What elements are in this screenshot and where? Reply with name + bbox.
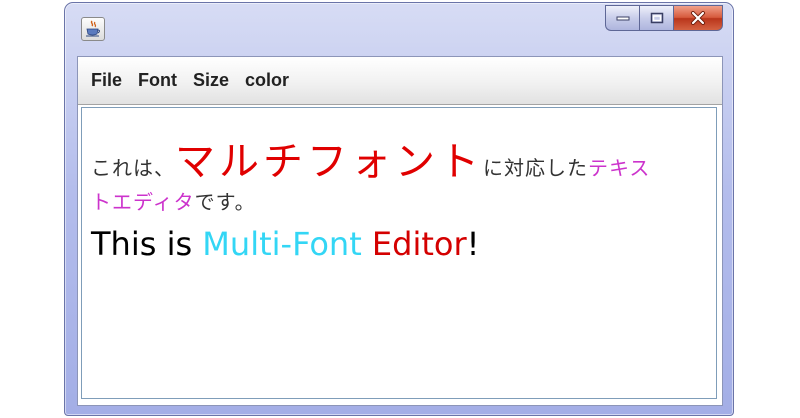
window-client-area: File Font Size color これは、マルチフォントに対応したテキス… (77, 56, 723, 406)
close-icon (691, 11, 705, 25)
minimize-button[interactable] (605, 5, 639, 31)
text-run-red: Editor (371, 225, 467, 263)
text-run-gray: に対応した (483, 156, 588, 180)
menu-file[interactable]: File (88, 66, 134, 95)
text-run-red-large: マルチフォント (175, 139, 483, 185)
text-run-magenta: テキス (588, 156, 651, 180)
editor-line-2: トエディタです。 (91, 184, 710, 220)
editor-line-3: This is Multi-Font Editor! (91, 222, 710, 266)
menu-font[interactable]: Font (135, 66, 189, 95)
text-run-space (362, 225, 372, 263)
menu-size[interactable]: Size (190, 66, 241, 95)
maximize-icon (650, 12, 663, 24)
title-bar[interactable] (65, 3, 733, 57)
text-run-gray: です。 (194, 190, 256, 214)
java-cup-icon[interactable] (81, 17, 105, 41)
menu-color[interactable]: color (242, 66, 301, 95)
text-run-black: This is (91, 225, 203, 263)
app-window: File Font Size color これは、マルチフォントに対応したテキス… (64, 2, 734, 416)
text-run-magenta: トエディタ (91, 190, 195, 214)
text-run-cyan: Multi-Font (202, 225, 362, 263)
text-run-gray: これは、 (91, 156, 175, 180)
close-button[interactable] (673, 5, 723, 31)
editor-line-1: これは、マルチフォントに対応したテキス (91, 134, 710, 185)
menu-bar: File Font Size color (78, 57, 722, 105)
text-editor-area[interactable]: これは、マルチフォントに対応したテキス トエディタです。 This is Mul… (81, 107, 717, 399)
minimize-icon (616, 16, 629, 21)
text-run-black: ! (466, 225, 480, 263)
maximize-button[interactable] (639, 5, 673, 31)
